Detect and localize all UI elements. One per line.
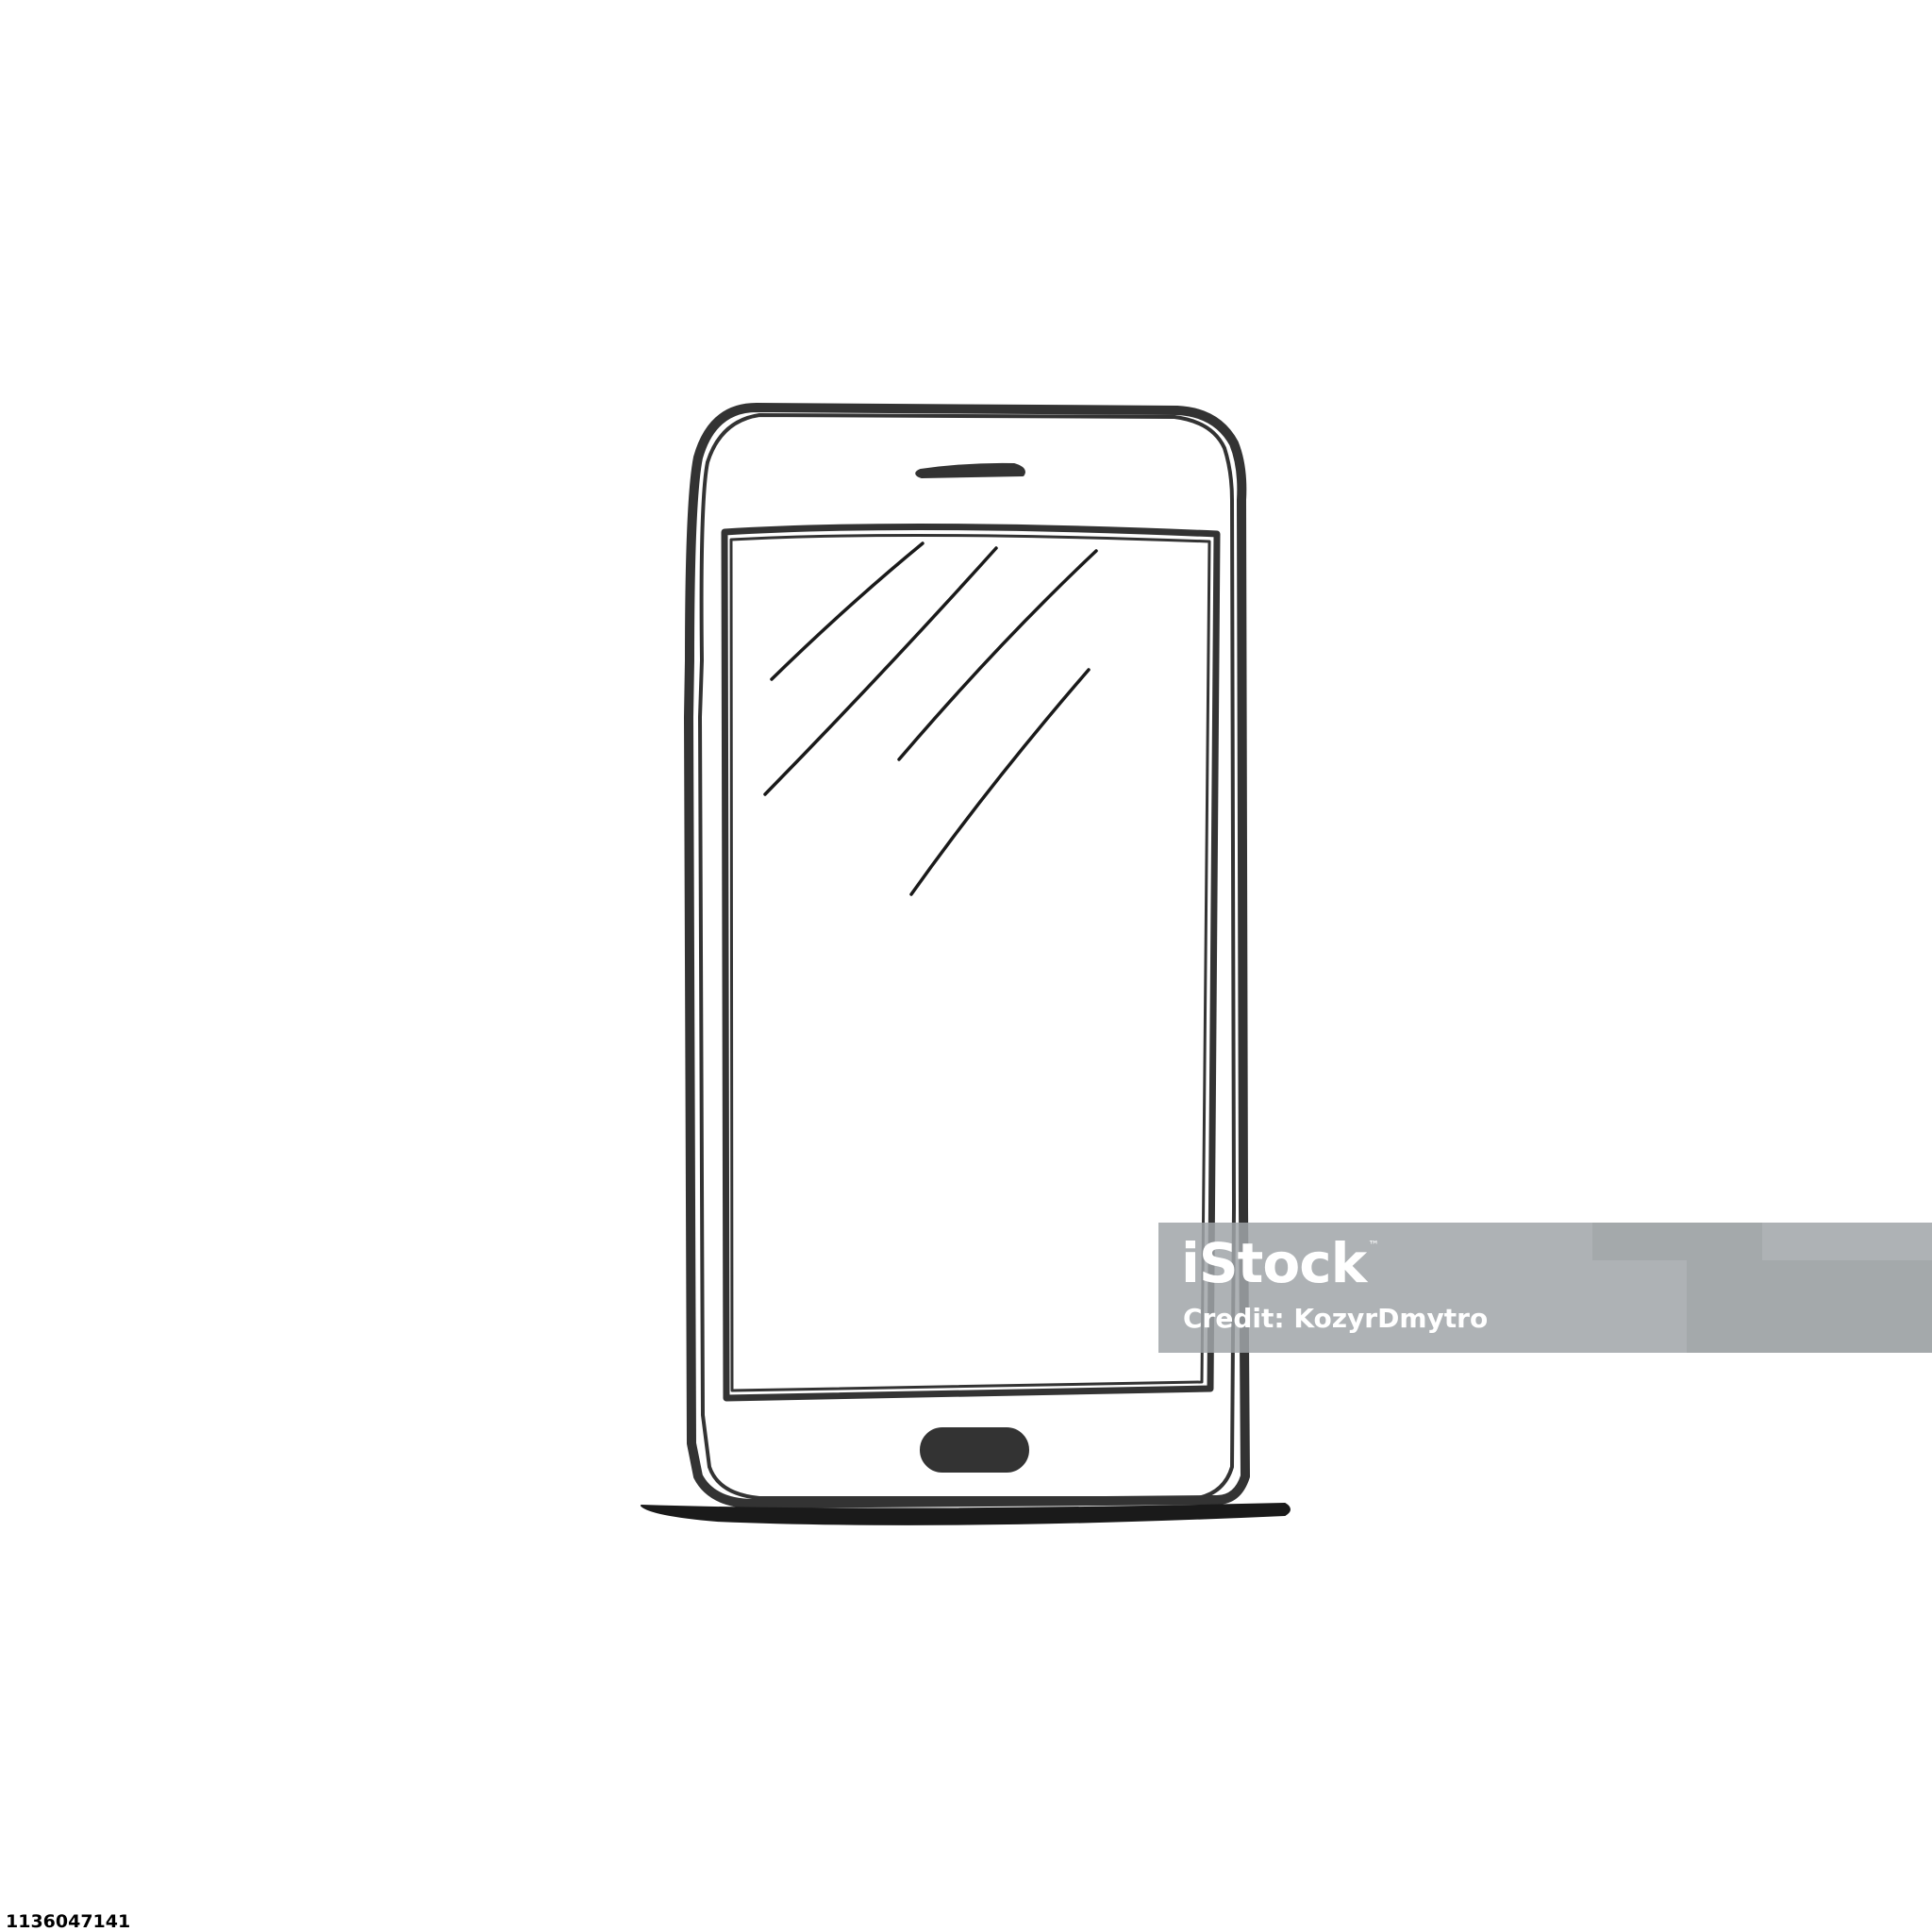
watermark-brand-text: iStock	[1181, 1231, 1367, 1295]
phone-body-inner-outline	[698, 413, 1236, 1500]
watermark-credit-text: Credit: KozyrDmytro	[1183, 1303, 1489, 1334]
watermark-logo: iStock ™	[1181, 1236, 1379, 1291]
home-button	[920, 1427, 1029, 1473]
watermark-banner: iStock ™ Credit: KozyrDmytro	[1158, 1223, 1932, 1353]
screen-glare-lines	[763, 541, 1098, 896]
image-id-label: 1136047141	[0, 1912, 137, 1932]
watermark-trademark: ™	[1368, 1239, 1379, 1252]
earpiece-speaker	[915, 462, 1025, 478]
smartphone-sketch	[641, 403, 1291, 1525]
glare-line-3	[897, 549, 1098, 761]
phone-screen-outline	[721, 523, 1221, 1402]
stock-image-canvas: iStock ™ Credit: KozyrDmytro 1136047141	[0, 0, 1932, 1932]
glare-line-4	[909, 668, 1091, 896]
phone-screen-inner-outline	[729, 533, 1211, 1392]
glare-line-2	[763, 546, 998, 796]
watermark-shade	[1687, 1260, 1932, 1353]
glare-line-1	[770, 541, 924, 681]
watermark-shade	[1592, 1223, 1762, 1260]
